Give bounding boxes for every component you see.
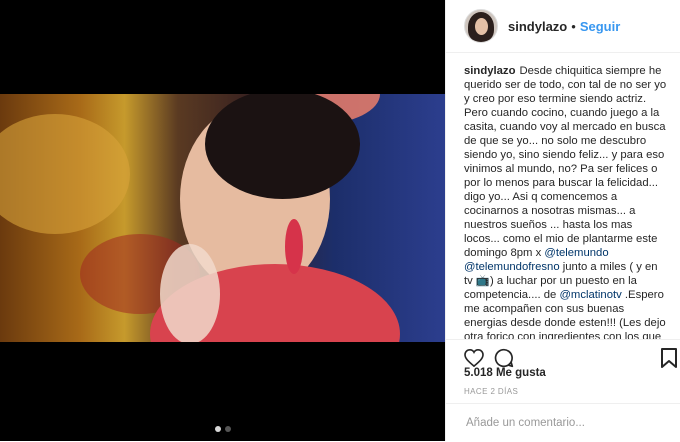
- carousel-dot-1[interactable]: [215, 426, 221, 432]
- carousel-indicator: [215, 426, 231, 432]
- post-header: sindylazo • Seguir: [446, 0, 680, 53]
- header-separator: •: [571, 18, 576, 34]
- post-sidebar: sindylazo • Seguir sindylazo Desde chiqui…: [445, 0, 680, 441]
- caption-text-1: Desde chiquitica siempre he querido ser …: [464, 65, 667, 259]
- post-photo: [0, 94, 445, 342]
- avatar[interactable]: [464, 9, 498, 43]
- instagram-post: sindylazo • Seguir sindylazo Desde chiqui…: [0, 0, 680, 441]
- caption-mention-mclatinotv[interactable]: @mclatinotv: [559, 289, 621, 301]
- add-comment-bar: [446, 403, 680, 442]
- comments-area[interactable]: sindylazo Desde chiquitica siempre he que…: [446, 52, 680, 339]
- bookmark-icon[interactable]: [655, 344, 680, 372]
- post-caption: sindylazo Desde chiquitica siempre he que…: [464, 64, 669, 339]
- caption-mention-telemundofresno[interactable]: @telemundofresno: [464, 261, 560, 273]
- caption-username[interactable]: sindylazo: [464, 65, 515, 77]
- post-media[interactable]: [0, 0, 445, 441]
- likes-count[interactable]: 5.018 Me gusta: [464, 367, 546, 379]
- carousel-dot-2[interactable]: [225, 426, 231, 432]
- header-username[interactable]: sindylazo: [508, 19, 567, 34]
- follow-button[interactable]: Seguir: [580, 19, 620, 34]
- caption-mention-telemundo[interactable]: @telemundo: [544, 247, 608, 259]
- post-timestamp[interactable]: HACE 2 DÍAS: [464, 387, 518, 396]
- comment-input[interactable]: [464, 412, 663, 434]
